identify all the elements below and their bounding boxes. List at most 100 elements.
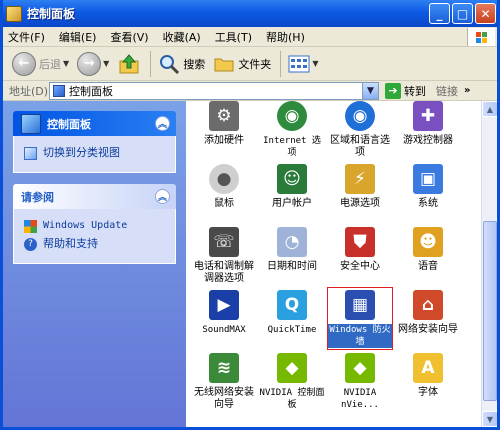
control-panel-item[interactable]: ☻ 语音 [395, 224, 461, 287]
item-label: 用户帐户 [272, 198, 312, 209]
chevron-down-icon[interactable]: ▼ [312, 59, 318, 68]
vertical-scrollbar[interactable]: ▲ ▼ [481, 101, 497, 427]
play-icon: ▶ [209, 290, 239, 320]
close-button[interactable]: ✕ [475, 3, 496, 24]
quicktime-icon: Q [277, 290, 307, 320]
item-label: 日期和时间 [267, 261, 317, 272]
collapse-icon[interactable]: ︽ [155, 116, 170, 131]
menu-favorites[interactable]: 收藏(A) [158, 29, 206, 45]
control-panel-items: ⚙ 添加硬件 ◉ Internet 选项 ◉ 区域和语言选项 ✚ 游戏控制器 ● 鼠标 ☺ 用户帐户 ⚡… [186, 101, 481, 427]
control-panel-item[interactable]: ▦ Windows 防火墙 [327, 287, 393, 350]
collapse-icon[interactable]: ︽ [155, 189, 170, 204]
title-bar[interactable]: 控制面板 _ □ ✕ [3, 0, 497, 27]
control-panel-icon [6, 5, 22, 22]
up-button[interactable] [114, 50, 144, 78]
control-panel-item[interactable]: ☏ 电话和调制解调器选项 [191, 224, 257, 287]
item-label: 游戏控制器 [403, 135, 453, 146]
menu-bar: 文件(F) 编辑(E) 查看(V) 收藏(A) 工具(T) 帮助(H) [3, 27, 497, 47]
see-also-panel: 请参阅 ︽ Windows Update ? 帮助和支持 [13, 184, 176, 264]
scroll-down-button[interactable]: ▼ [482, 411, 497, 427]
panel-header[interactable]: 控制面板 ︽ [13, 111, 176, 136]
search-icon [160, 54, 180, 74]
speech-icon: ☻ [413, 227, 443, 257]
toolbar-separator [280, 50, 282, 77]
control-panel-item[interactable]: ≋ 无线网络安装向导 [191, 350, 257, 413]
control-panel-item[interactable]: ⛊ 安全中心 [327, 224, 393, 287]
item-label: Windows 防火墙 [327, 324, 393, 348]
chevron-down-icon[interactable]: ▼ [103, 59, 109, 68]
item-label: 电话和调制解调器选项 [194, 261, 254, 284]
home-network-icon: ⌂ [413, 290, 443, 320]
menu-edit[interactable]: 编辑(E) [54, 29, 102, 45]
control-panel-item[interactable]: ● 鼠标 [191, 161, 257, 224]
chevron-right-icon[interactable]: » [464, 85, 470, 96]
window-title: 控制面板 [27, 7, 76, 21]
panel-header[interactable]: 请参阅 ︽ [13, 184, 176, 209]
links-toolbar[interactable]: 链接 [436, 83, 458, 99]
control-panel-item[interactable]: ⚙ 添加硬件 [191, 101, 257, 161]
menu-view[interactable]: 查看(V) [105, 29, 153, 45]
control-panel-item[interactable]: Q QuickTime [259, 287, 325, 350]
toolbar: ← 后退 ▼ → ▼ 搜索 文件夹 ▼ [3, 47, 497, 81]
wireless-icon: ≋ [209, 353, 239, 383]
users-icon: ☺ [277, 164, 307, 194]
control-panel-item[interactable]: ▶ SoundMAX [191, 287, 257, 350]
chevron-down-icon[interactable]: ▼ [362, 82, 378, 99]
window: 控制面板 _ □ ✕ 文件(F) 编辑(E) 查看(V) 收藏(A) 工具(T)… [0, 0, 500, 430]
address-value: 控制面板 [69, 84, 113, 98]
control-panel-item[interactable]: ◉ Internet 选项 [259, 101, 325, 161]
windows-update-link[interactable]: Windows Update [24, 217, 167, 235]
search-button[interactable]: 搜索 [155, 50, 208, 78]
control-panel-item[interactable]: ▣ 系统 [395, 161, 461, 224]
address-input[interactable]: 控制面板 ▼ [49, 81, 379, 100]
control-panel-item[interactable]: ✚ 游戏控制器 [395, 101, 461, 161]
control-panel-panel: 控制面板 ︽ 切换到分类视图 [13, 111, 176, 173]
minimize-button[interactable]: _ [429, 3, 450, 24]
control-panel-item[interactable]: A 字体 [395, 350, 461, 413]
task-pane: 控制面板 ︽ 切换到分类视图 请参阅 ︽ Windows Update ? 帮助… [3, 101, 186, 427]
item-label: NVIDIA 控制面板 [259, 388, 325, 410]
scroll-up-button[interactable]: ▲ [482, 101, 497, 117]
forward-button[interactable]: → ▼ [74, 50, 112, 78]
control-panel-item[interactable]: ☺ 用户帐户 [259, 161, 325, 224]
control-panel-item[interactable]: ◉ 区域和语言选项 [327, 101, 393, 161]
menu-file[interactable]: 文件(F) [3, 29, 50, 45]
back-arrow-icon: ← [12, 51, 36, 76]
panel-title: 控制面板 [47, 117, 91, 131]
item-label: Internet 选项 [263, 136, 321, 158]
globe-icon: ◉ [345, 101, 375, 131]
folder-icon [214, 58, 234, 71]
maximize-button[interactable]: □ [452, 3, 473, 24]
chevron-down-icon[interactable]: ▼ [63, 59, 69, 68]
switch-to-category-view-link[interactable]: 切换到分类视图 [24, 144, 167, 162]
back-button[interactable]: ← 后退 ▼ [9, 50, 72, 78]
hardware-icon: ⚙ [209, 101, 239, 131]
power-icon: ⚡ [345, 164, 375, 194]
control-panel-item[interactable]: ◆ NVIDIA 控制面板 [259, 350, 325, 413]
go-button[interactable]: ➔ 转到 [385, 82, 426, 99]
link-label: Windows Update [43, 220, 128, 231]
views-button[interactable]: ▼ [285, 50, 321, 78]
search-label: 搜索 [183, 57, 206, 71]
windows-update-icon [24, 219, 37, 233]
control-panel-item[interactable]: ⌂ 网络安装向导 [395, 287, 461, 350]
menu-tools[interactable]: 工具(T) [210, 29, 257, 45]
menu-help[interactable]: 帮助(H) [261, 29, 310, 45]
control-panel-item[interactable]: ⚡ 电源选项 [327, 161, 393, 224]
views-icon [288, 55, 310, 72]
address-bar: 地址(D) 控制面板 ▼ ➔ 转到 链接 » [3, 81, 497, 101]
folders-button[interactable]: 文件夹 [210, 50, 274, 78]
scroll-thumb[interactable] [483, 221, 497, 401]
category-view-icon [24, 146, 37, 160]
panel-title: 请参阅 [21, 190, 54, 204]
control-panel-item[interactable]: ◆ NVIDIA nVie... [327, 350, 393, 413]
control-panel-icon [21, 113, 41, 134]
item-label: 字体 [418, 387, 438, 398]
clock-icon: ◔ [277, 227, 307, 257]
item-label: 系统 [418, 198, 438, 209]
mouse-icon: ● [209, 164, 239, 194]
address-label: 地址(D) [9, 84, 49, 98]
help-and-support-link[interactable]: ? 帮助和支持 [24, 235, 167, 253]
item-label: NVIDIA nVie... [341, 388, 379, 410]
control-panel-item[interactable]: ◔ 日期和时间 [259, 224, 325, 287]
